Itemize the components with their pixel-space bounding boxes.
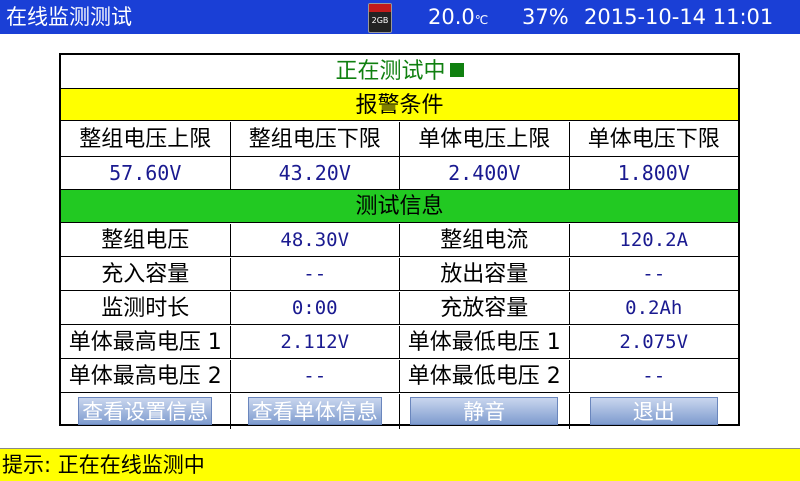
info-value: 48.30V [231,224,400,256]
app-title: 在线监测测试 [6,5,132,29]
info-row: 充入容量 -- 放出容量 -- [61,258,738,291]
info-label: 整组电压 [61,224,231,256]
info-value: 0:00 [231,292,400,324]
button-cell: 静音 [400,394,570,429]
info-label: 单体最低电压 2 [400,360,570,392]
info-value: -- [231,258,400,290]
action-button-row: 查看设置信息 查看单体信息 静音 退出 [61,394,738,429]
view-cells-button[interactable]: 查看单体信息 [247,397,382,425]
status-indicator-icon [449,63,464,77]
info-value: -- [642,263,666,285]
info-value: 120.2A [619,229,689,251]
info-label: 单体最低电压 1 [400,326,570,358]
hint-text: 提示: 正在在线监测中 [2,453,205,477]
info-label: 单体最高电压 2 [61,360,231,392]
button-cell: 退出 [570,394,739,429]
info-label: 放出容量 [400,258,570,290]
alarm-header-cell: 整组电压下限 [231,122,400,156]
info-value: -- [642,365,666,387]
info-label: 监测时长 [61,292,231,324]
title-bar: 在线监测测试 2GB 20.0℃ 37% 2015-10-14 11:01 [0,0,800,34]
alarm-header-row: 整组电压上限 整组电压下限 单体电压上限 单体电压下限 [61,122,738,157]
test-status: 正在测试中 [61,55,738,88]
alarm-section-title: 报警条件 [61,88,738,121]
temperature-value: 20.0 [428,5,475,29]
alarm-header-cell: 整组电压上限 [61,122,231,156]
info-label: 整组电流 [400,224,570,256]
datetime-readout: 2015-10-14 11:01 [584,5,774,29]
alarm-header-cell: 单体电压上限 [400,122,570,156]
button-cell: 查看单体信息 [231,394,400,429]
temperature-readout: 20.0℃ [428,0,488,37]
info-label: 单体最高电压 1 [61,326,231,358]
alarm-header-cell: 单体电压下限 [587,127,720,152]
mute-button[interactable]: 静音 [410,397,559,425]
hint-bar: 提示: 正在在线监测中 [0,448,800,481]
alarm-value-cell: 43.20V [231,157,400,189]
alarm-value-cell: 2.400V [400,157,570,189]
test-info-section-title: 测试信息 [61,190,738,223]
info-row: 整组电压 48.30V 整组电流 120.2A [61,224,738,257]
alarm-value-cell: 1.800V [617,161,690,185]
alarm-value-row: 57.60V 43.20V 2.400V 1.800V [61,157,738,190]
info-label: 充入容量 [61,258,231,290]
exit-button[interactable]: 退出 [589,397,718,425]
info-value: -- [231,360,400,392]
alarm-value-cell: 57.60V [61,157,231,189]
info-label: 充放容量 [400,292,570,324]
monitor-panel: 正在测试中 报警条件 整组电压上限 整组电压下限 单体电压上限 单体电压下限 5… [59,53,740,429]
info-row: 单体最高电压 2 -- 单体最低电压 2 -- [61,360,738,393]
view-settings-button[interactable]: 查看设置信息 [78,397,213,425]
info-row: 单体最高电压 1 2.112V 单体最低电压 1 2.075V [61,326,738,359]
humidity-readout: 37% [522,5,569,29]
info-row: 监测时长 0:00 充放容量 0.2Ah [61,292,738,325]
temperature-unit: ℃ [474,13,489,27]
sd-card-capacity: 2GB [371,16,389,25]
info-value: 2.075V [619,331,689,353]
button-cell: 查看设置信息 [61,394,231,429]
sd-card-icon: 2GB [368,3,392,33]
test-status-text: 正在测试中 [335,59,446,84]
info-value: 0.2Ah [625,297,683,319]
info-value: 2.112V [231,326,400,358]
